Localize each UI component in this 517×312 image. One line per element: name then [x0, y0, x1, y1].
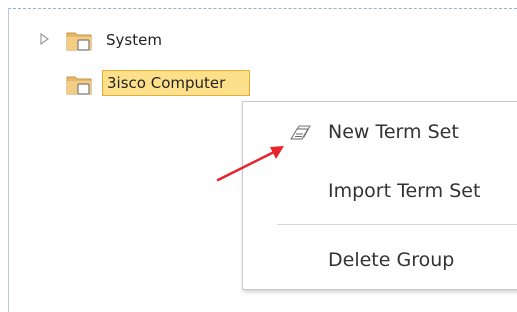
tree-item-system[interactable]: System: [106, 30, 162, 50]
menu-separator: [277, 224, 517, 225]
menu-item-delete-group[interactable]: Delete Group: [243, 240, 517, 280]
folder-icon: [66, 32, 92, 51]
menu-item-label: Delete Group: [328, 249, 455, 271]
menu-item-label: New Term Set: [328, 121, 459, 143]
menu-item-label: Import Term Set: [328, 180, 481, 202]
context-menu: New Term Set Import Term Set Delete Grou…: [242, 101, 517, 290]
term-set-icon: [290, 125, 311, 140]
annotation-arrow-icon: [216, 146, 284, 182]
tree-item-label: System: [106, 31, 162, 49]
tree-item-label: 3isco Computer: [107, 74, 226, 92]
tree-item-selected-group[interactable]: 3isco Computer: [102, 70, 251, 96]
folder-icon: [66, 76, 92, 95]
expand-arrow-icon[interactable]: [40, 33, 49, 45]
